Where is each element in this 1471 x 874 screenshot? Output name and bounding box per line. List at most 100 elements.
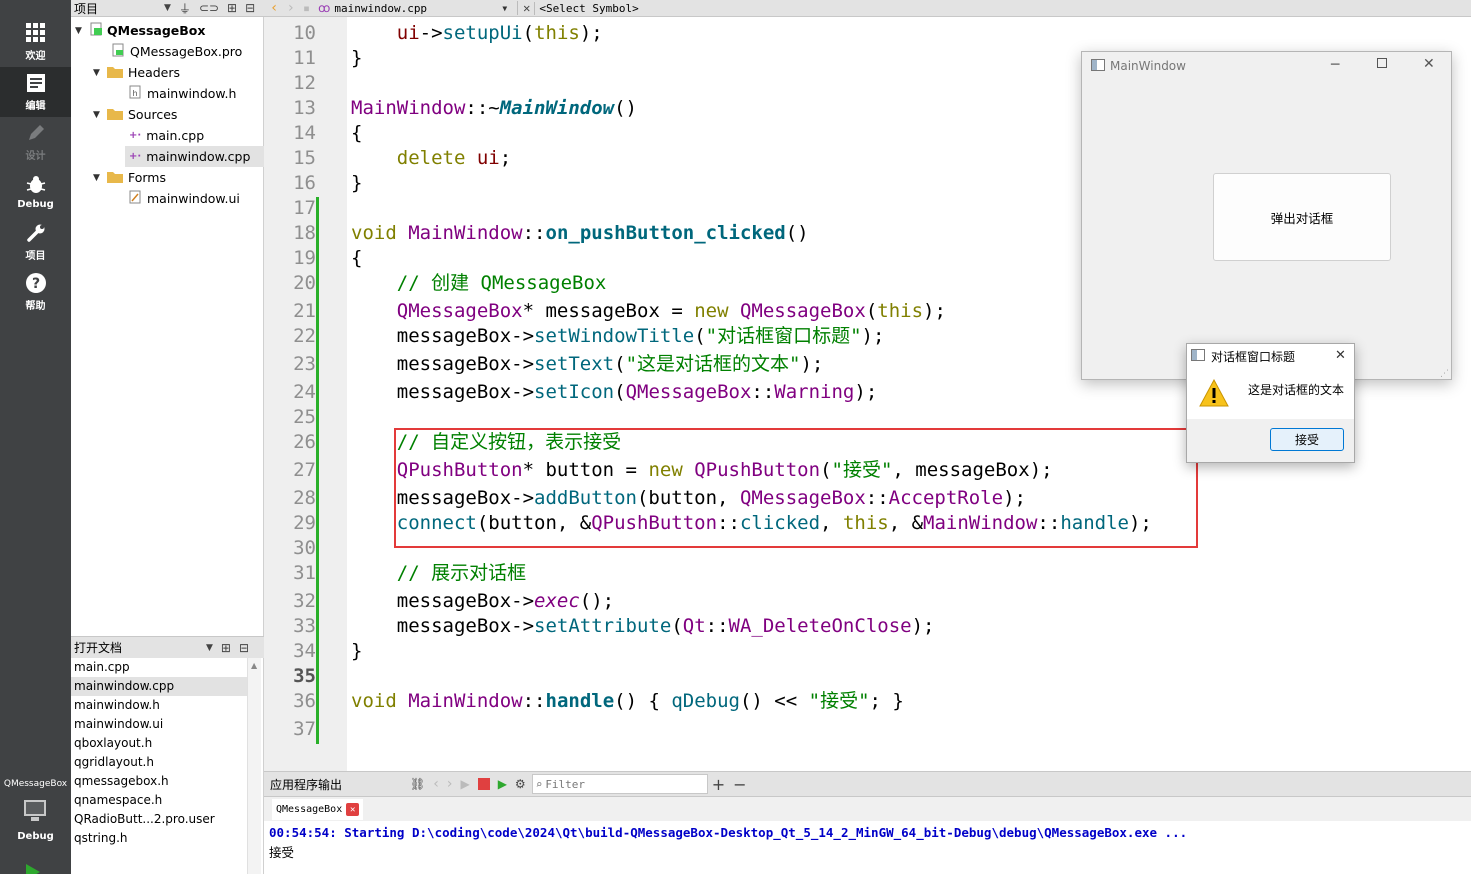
close-icon[interactable]: ✕ [346,803,360,816]
rerun-icon[interactable]: ▶ [460,777,469,791]
tree-node-sources[interactable]: ▼ Sources [93,104,177,125]
output-pane-header: 应用程序输出 ⛓ ‹ › ▶ ▶ ⚙ ⌕ Filter + − [264,771,1471,797]
close-icon[interactable]: ✕ [1335,348,1346,363]
attach-icon[interactable]: ⛓ [410,777,425,791]
code-line: // 创建 QMessageBox [351,271,607,296]
code-line: // 展示对话框 [351,561,526,586]
tree-node-header-file[interactable]: h mainwindow.h [129,83,236,104]
link-icon[interactable]: ⊂⊃ [199,1,219,15]
tree-node-source-main[interactable]: +· main.cpp [129,125,204,146]
mode-edit[interactable]: 编辑 [0,67,71,117]
mode-projects[interactable]: 项目 [0,217,71,267]
close-pane-icon[interactable]: ⊟ [245,1,255,15]
chevron-down-icon[interactable]: ▼ [164,3,171,13]
tree-node-project[interactable]: ▼ QMessageBox [75,20,205,41]
popup-dialog-button[interactable]: 弹出对话框 [1213,173,1391,261]
code-line: { [351,247,363,269]
line-number: 12 [293,72,316,94]
close-icon[interactable]: ✕ [1423,56,1435,72]
tree-node-forms[interactable]: ▼ Forms [93,167,166,188]
tree-node-source-mainwindow[interactable]: +· mainwindow.cpp [125,146,264,167]
list-item[interactable]: qmessagebox.h [71,772,247,791]
tree-node-form-file[interactable]: mainwindow.ui [129,188,240,209]
list-item[interactable]: mainwindow.cpp [71,677,247,696]
line-number: 36 [293,690,316,712]
close-icon[interactable]: ✕ [517,1,530,15]
list-item[interactable]: QRadioButt...2.pro.user [71,810,247,829]
list-item[interactable]: qgridlayout.h [71,753,247,772]
main-window: MainWindow ─ ✕ 弹出对话框 ⋰ [1081,51,1452,380]
line-number: 19 [293,247,316,269]
resize-grip-icon[interactable]: ⋰ [1440,369,1449,379]
minus-icon[interactable]: − [733,775,746,794]
folder-icon [107,65,123,81]
open-docs-header: 打开文档 ▼ ⊞ ⊟ [71,636,264,658]
split-icon[interactable]: ⊞ [221,641,231,655]
debug-run-icon[interactable]: ▶ [498,777,507,791]
list-item[interactable]: qboxlayout.h [71,734,247,753]
project-panel-title[interactable]: 项目 [74,0,160,17]
symbol-selector[interactable]: <Select Symbol> [534,1,639,15]
minimize-icon[interactable]: ─ [1331,57,1339,73]
back-arrow-icon[interactable]: ‹ [270,0,278,16]
code-string: "这是对话框的文本" [625,353,801,375]
mode-welcome[interactable]: 欢迎 [0,17,71,67]
filter-input[interactable]: ⌕ Filter [531,774,708,794]
chevron-down-icon[interactable]: ▼ [93,173,107,183]
search-icon: ⌕ [535,777,543,791]
line-number: 29 [293,512,316,534]
gear-icon[interactable]: ⚙ [515,777,526,791]
chevron-down-icon[interactable]: ▼ [502,4,507,13]
help-icon: ? [25,272,47,294]
project-icon [89,22,103,39]
list-item[interactable]: main.cpp [71,658,247,677]
next-icon[interactable]: › [447,776,453,792]
code-line: messageBox->setWindowTitle("对话框窗口标题"); [351,325,885,347]
split-icon[interactable]: ⊞ [227,1,237,15]
folder-icon [107,107,123,123]
forward-arrow-icon[interactable]: › [286,0,294,16]
monitor-icon[interactable] [23,799,49,827]
chevron-down-icon[interactable]: ▼ [206,643,213,653]
tree-node-headers[interactable]: ▼ Headers [93,62,180,83]
output-tab[interactable]: QMessageBox ✕ [272,799,364,820]
tree-label: Sources [128,107,178,122]
list-item[interactable]: qnamespace.h [71,791,247,810]
code-line: messageBox->setIcon(QMessageBox::Warning… [351,381,878,403]
code-comment: // 创建 QMessageBox [396,272,607,294]
scroll-up-icon[interactable]: ▲ [251,661,257,670]
stop-icon[interactable] [477,778,490,790]
mode-debug[interactable]: Debug [0,167,71,217]
editor-file-name[interactable]: mainwindow.cpp [334,2,502,15]
dialog-text: 这是对话框的文本 [1248,383,1345,397]
maximize-icon[interactable] [1377,58,1387,68]
tree-node-pro[interactable]: QMessageBox.pro [111,41,242,62]
mode-help[interactable]: ? 帮助 [0,267,71,317]
accept-button[interactable]: 接受 [1270,428,1344,451]
open-docs-list: main.cpp mainwindow.cpp mainwindow.h mai… [71,658,264,874]
close-pane-icon[interactable]: ⊟ [239,641,249,655]
svg-text:?: ? [31,276,39,292]
filter-icon[interactable]: ⏚ [179,0,191,17]
mode-design[interactable]: 设计 [0,117,71,167]
list-item[interactable]: mainwindow.ui [71,715,247,734]
scrollbar[interactable]: ▲ [247,658,261,874]
prev-icon[interactable]: ‹ [433,776,439,792]
code-line: } [351,47,363,69]
chevron-down-icon[interactable]: ▼ [75,26,89,36]
dialog-titlebar: 对话框窗口标题 ✕ [1187,344,1354,369]
list-item[interactable]: qstring.h [71,829,247,848]
plus-icon[interactable]: + [712,775,725,794]
run-icon[interactable] [26,864,40,874]
tree-label: Forms [128,170,167,185]
line-number: 23 [293,353,316,375]
code-line: ui->setupUi(this); [396,22,603,44]
open-docs-title[interactable]: 打开文档 [74,639,202,656]
chevron-down-icon[interactable]: ▼ [93,110,107,120]
code-comment: // 展示对话框 [396,562,527,584]
list-item[interactable]: mainwindow.h [71,696,247,715]
chevron-down-icon[interactable]: ▼ [93,68,107,78]
main-window-title: MainWindow [1110,59,1186,73]
kit-project-label: QMessageBox [3,779,68,789]
svg-text:h: h [132,89,137,98]
